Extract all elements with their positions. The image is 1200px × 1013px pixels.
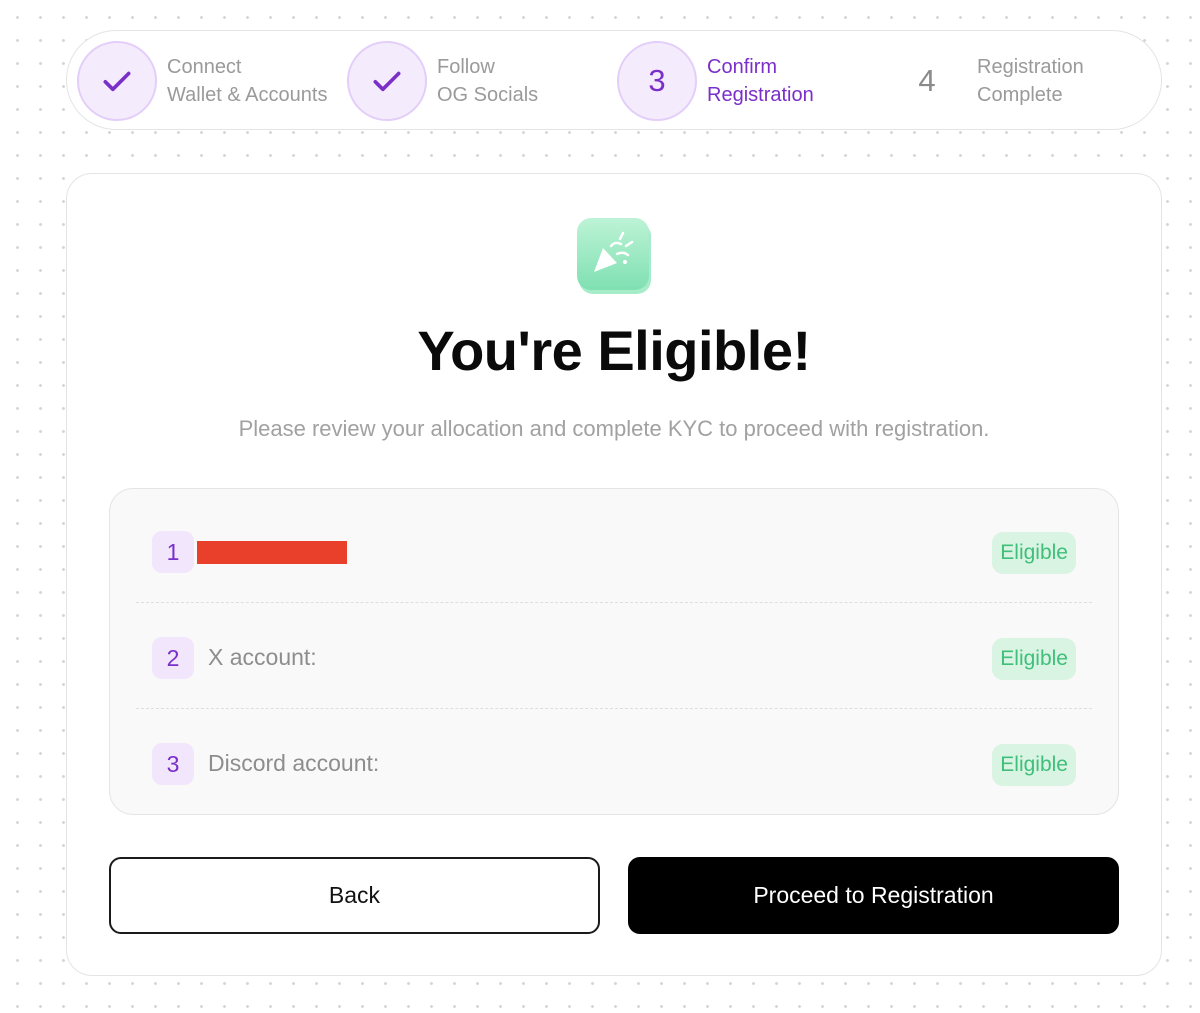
step-1-label-line1: Connect <box>167 56 242 78</box>
step-1-label-line2: Wallet & Accounts <box>167 84 328 106</box>
step-registration-complete: 4 Registration Complete <box>887 40 1084 122</box>
page-subtitle: Please review your allocation and comple… <box>238 416 990 441</box>
party-popper-icon <box>577 218 651 294</box>
step-2-label-line1: Follow <box>437 56 495 78</box>
eligible-badge: Eligible <box>992 532 1076 574</box>
step-1-check-icon <box>77 41 157 121</box>
step-confirm-registration: 3 Confirm Registration <box>617 40 814 122</box>
proceed-to-registration-button[interactable]: Proceed to Registration <box>628 857 1119 934</box>
step-3-label-line2: Registration <box>707 84 814 106</box>
row-divider <box>136 602 1092 603</box>
eligibility-card: You're Eligible! Please review your allo… <box>66 173 1162 976</box>
step-3-label-line1: Confirm <box>707 56 778 78</box>
eligibility-list: 1 Eligible 2 X account: Eligible 3 Disco… <box>109 488 1119 815</box>
step-4-number: 4 <box>918 63 936 98</box>
x-account-label: X account: <box>208 644 317 670</box>
step-2-label-line2: OG Socials <box>437 84 539 106</box>
list-item: 1 Eligible <box>110 499 1118 603</box>
eligible-badge: Eligible <box>992 744 1076 786</box>
row-number-badge: 1 <box>152 531 194 573</box>
row-number-badge: 3 <box>152 743 194 785</box>
step-4-label-line1: Registration <box>977 56 1084 78</box>
discord-account-label: Discord account: <box>208 750 380 776</box>
registration-stepper: Connect Wallet & Accounts Follow OG Soci… <box>66 30 1162 130</box>
step-2-check-icon <box>347 41 427 121</box>
step-4-label-line2: Complete <box>977 84 1063 106</box>
eligible-badge: Eligible <box>992 638 1076 680</box>
list-item: 2 X account: Eligible <box>110 605 1118 709</box>
list-item: 3 Discord account: Eligible <box>110 711 1118 815</box>
step-follow-socials: Follow OG Socials <box>347 40 538 122</box>
row-divider <box>136 708 1092 709</box>
step-connect-wallet: Connect Wallet & Accounts <box>77 40 327 122</box>
step-3-number: 3 <box>617 41 697 121</box>
back-button[interactable]: Back <box>109 857 600 934</box>
redaction-bar <box>197 541 347 564</box>
row-number-badge: 2 <box>152 637 194 679</box>
page-title: You're Eligible! <box>417 319 811 382</box>
